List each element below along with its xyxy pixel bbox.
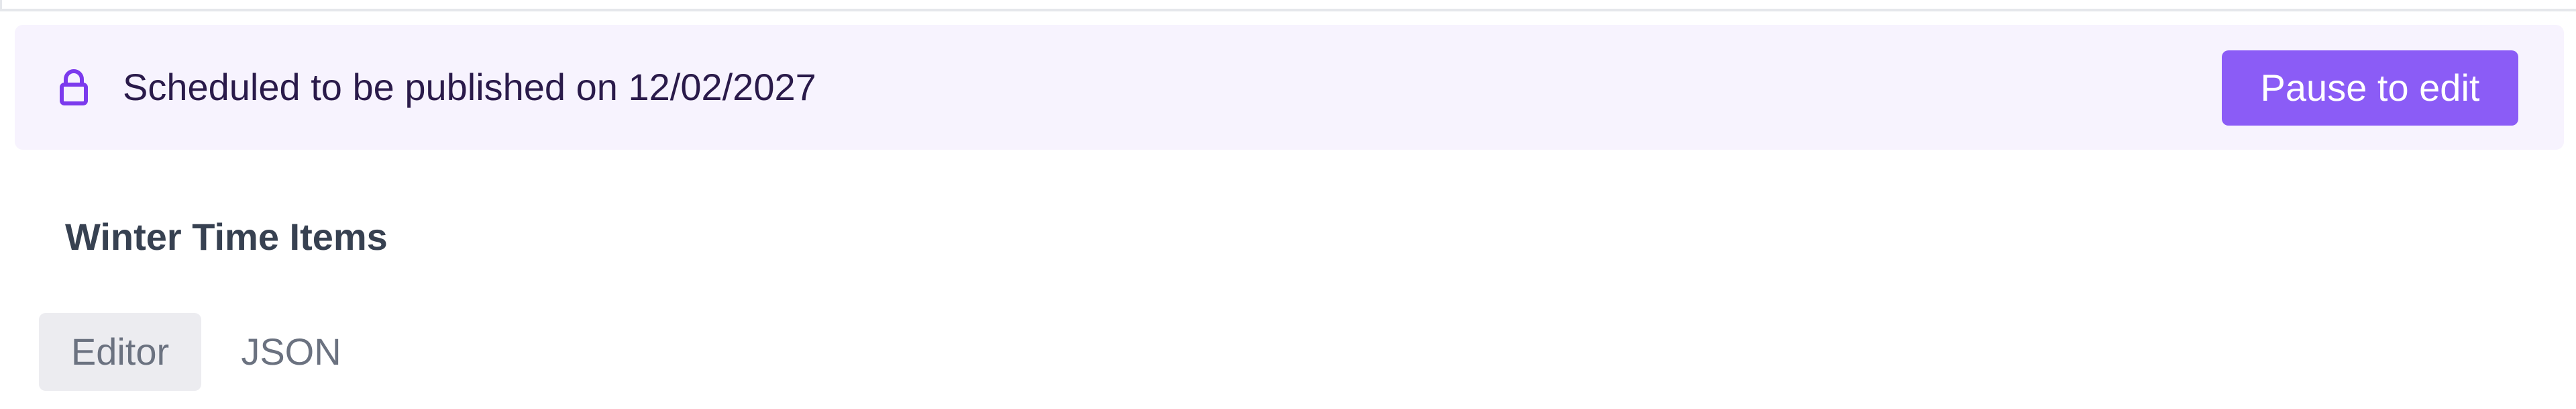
page: Scheduled to be published on 12/02/2027 … [0, 0, 2576, 409]
lock-icon [59, 69, 89, 106]
tab-editor[interactable]: Editor [39, 313, 201, 391]
pause-to-edit-button[interactable]: Pause to edit [2222, 50, 2518, 126]
page-title: Winter Time Items [65, 216, 388, 258]
top-divider [0, 9, 2576, 11]
tab-json[interactable]: JSON [224, 313, 358, 391]
banner-message: Scheduled to be published on 12/02/2027 [123, 66, 816, 108]
